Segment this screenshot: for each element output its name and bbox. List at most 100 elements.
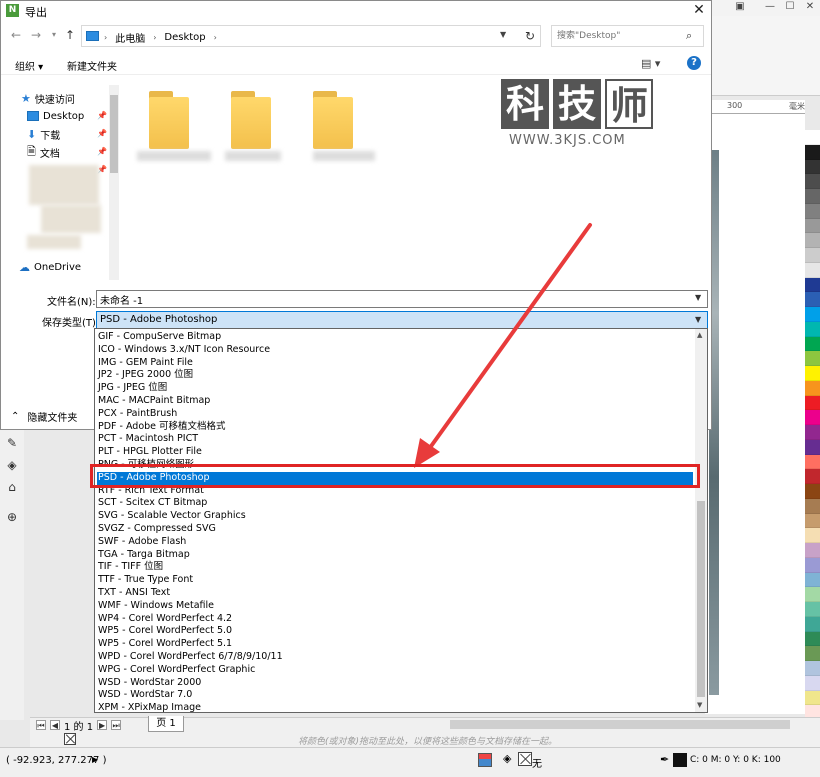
file-type-option[interactable]: GIF - CompuServe Bitmap (97, 331, 693, 344)
color-swatch[interactable] (805, 543, 820, 558)
refresh-icon[interactable]: ↻ (522, 28, 538, 44)
nav-item-quick-access[interactable]: ★ 快速访问 (21, 91, 75, 106)
file-type-option[interactable]: WSD - WordStar 2000 (97, 677, 693, 690)
folder-item[interactable] (149, 91, 197, 151)
file-type-option[interactable]: SCT - Scitex CT Bitmap (97, 497, 693, 510)
file-type-option[interactable]: IMG - GEM Paint File (97, 357, 693, 370)
maximize-button[interactable]: ☐ (783, 1, 797, 13)
search-input[interactable] (557, 29, 682, 43)
color-swatch[interactable] (805, 425, 820, 440)
color-swatch[interactable] (805, 262, 820, 278)
file-type-option[interactable]: XPM - XPixMap Image (97, 702, 693, 712)
view-options-icon[interactable]: ▤ ▾ (641, 57, 660, 70)
dropdown-scrollbar[interactable]: ▲ ▼ (695, 329, 707, 712)
color-swatch[interactable] (805, 410, 820, 425)
file-type-option[interactable]: WMF - Windows Metafile (97, 600, 693, 613)
color-swatch[interactable] (805, 366, 820, 381)
color-swatch[interactable] (805, 321, 820, 337)
recent-locations-icon[interactable]: ▾ (47, 28, 61, 42)
file-type-option[interactable]: PCX - PaintBrush (97, 408, 693, 421)
address-bar[interactable]: › 此电脑 › Desktop › ▼ ↻ (81, 25, 541, 47)
folder-item[interactable] (313, 91, 361, 151)
scroll-up-icon[interactable]: ▲ (697, 331, 702, 339)
color-swatch[interactable] (805, 130, 820, 145)
chevron-down-icon[interactable]: ▼ (695, 293, 701, 302)
file-type-option[interactable]: TIF - TIFF 位图 (97, 561, 693, 574)
color-swatch[interactable] (805, 454, 820, 470)
file-type-option[interactable]: SWF - Adobe Flash (97, 536, 693, 549)
filename-input[interactable] (100, 293, 670, 306)
file-type-option[interactable]: WPD - Corel WordPerfect 6/7/8/9/10/11 (97, 651, 693, 664)
nav-item-onedrive[interactable]: ☁ OneDrive (19, 260, 81, 274)
color-swatch[interactable] (805, 616, 820, 632)
organize-button[interactable]: 组织 ▾ (15, 58, 43, 73)
breadcrumb-desktop[interactable]: Desktop (164, 32, 205, 43)
file-type-option[interactable]: JP2 - JPEG 2000 位图 (97, 369, 693, 382)
color-swatch[interactable] (805, 307, 820, 322)
no-color-icon[interactable] (64, 733, 76, 745)
scrollbar-thumb[interactable] (110, 95, 118, 173)
file-type-option[interactable]: TTF - True Type Font (97, 574, 693, 587)
color-swatch[interactable] (805, 189, 820, 204)
new-folder-button[interactable]: 新建文件夹 (67, 58, 117, 73)
pin-icon[interactable]: 📌 (97, 147, 107, 156)
color-swatch[interactable] (805, 602, 820, 617)
nav-pane-scrollbar[interactable] (109, 85, 119, 280)
color-swatch[interactable] (805, 174, 820, 189)
file-type-option[interactable]: WP5 - Corel WordPerfect 5.1 (97, 638, 693, 651)
save-type-select[interactable]: PSD - Adobe Photoshop ▼ (96, 311, 708, 329)
color-swatch[interactable] (805, 469, 820, 484)
color-swatch[interactable] (805, 395, 820, 411)
file-type-option[interactable]: PNG - 可移植网络图形 (97, 459, 693, 472)
search-icon[interactable]: ⌕ (686, 29, 692, 43)
file-type-option[interactable]: MAC - MACPaint Bitmap (97, 395, 693, 408)
pin-icon[interactable]: 📌 (97, 129, 107, 138)
file-type-option[interactable]: TGA - Targa Bitmap (97, 549, 693, 562)
color-swatch[interactable] (805, 159, 820, 175)
up-arrow-icon[interactable]: ↑ (63, 28, 77, 42)
file-type-option[interactable]: PCT - Macintosh PICT (97, 433, 693, 446)
file-type-option[interactable]: WPG - Corel WordPerfect Graphic (97, 664, 693, 677)
file-type-option[interactable]: WP4 - Corel WordPerfect 4.2 (97, 613, 693, 626)
address-dropdown-icon[interactable]: ▼ (500, 30, 506, 39)
scroll-down-icon[interactable]: ▼ (697, 701, 702, 709)
color-swatch[interactable] (805, 439, 820, 455)
color-swatch[interactable] (805, 484, 820, 499)
fill-status-icon[interactable] (478, 753, 492, 767)
file-type-option[interactable]: SVGZ - Compressed SVG (97, 523, 693, 536)
color-swatch[interactable] (805, 233, 820, 248)
first-page-icon[interactable]: ⏮ (36, 720, 46, 730)
next-page-icon[interactable]: ▶ (97, 720, 108, 730)
file-type-option[interactable]: WSD - WordStar 7.0 (97, 689, 693, 702)
outline-pen-icon[interactable]: ✒ (660, 753, 669, 766)
color-swatch[interactable] (805, 351, 820, 366)
color-swatch[interactable] (805, 572, 820, 588)
nav-item-downloads[interactable]: ⬇ 下载 (27, 127, 60, 142)
status-expand-icon[interactable]: ▶ (92, 755, 98, 764)
color-swatch[interactable] (805, 675, 820, 691)
fill-bucket-icon[interactable]: ◈ (5, 458, 19, 472)
color-swatch[interactable] (805, 218, 820, 234)
last-page-icon[interactable]: ⏭ (111, 720, 122, 730)
page-tab[interactable]: 页 1 (148, 716, 184, 732)
file-type-option[interactable]: ICO - Windows 3.x/NT Icon Resource (97, 344, 693, 357)
folder-item[interactable] (231, 91, 279, 151)
color-swatch[interactable] (805, 690, 820, 706)
color-swatch[interactable] (805, 248, 820, 263)
breadcrumb-separator[interactable]: › (214, 33, 217, 42)
nav-item-documents[interactable]: 🗎 文档 (27, 145, 60, 160)
back-arrow-icon[interactable]: ← (9, 28, 23, 42)
breadcrumb-this-pc[interactable]: 此电脑 (115, 30, 145, 45)
breadcrumb-separator[interactable]: › (104, 33, 107, 42)
pin-icon[interactable]: 📌 (97, 111, 107, 120)
color-swatch[interactable] (805, 498, 820, 514)
nav-item-desktop[interactable]: Desktop (27, 109, 84, 123)
chevron-down-icon[interactable]: ▼ (695, 315, 701, 324)
color-swatch[interactable] (805, 277, 820, 293)
app-close-button[interactable]: ✕ (803, 1, 817, 13)
file-type-option[interactable]: SVG - Scalable Vector Graphics (97, 510, 693, 523)
scrollbar-thumb[interactable] (697, 501, 705, 697)
horizontal-scrollbar[interactable] (450, 720, 790, 729)
hide-folders-toggle[interactable]: ⌃ 隐藏文件夹 (11, 409, 77, 424)
dialog-close-button[interactable]: ✕ (691, 2, 707, 18)
